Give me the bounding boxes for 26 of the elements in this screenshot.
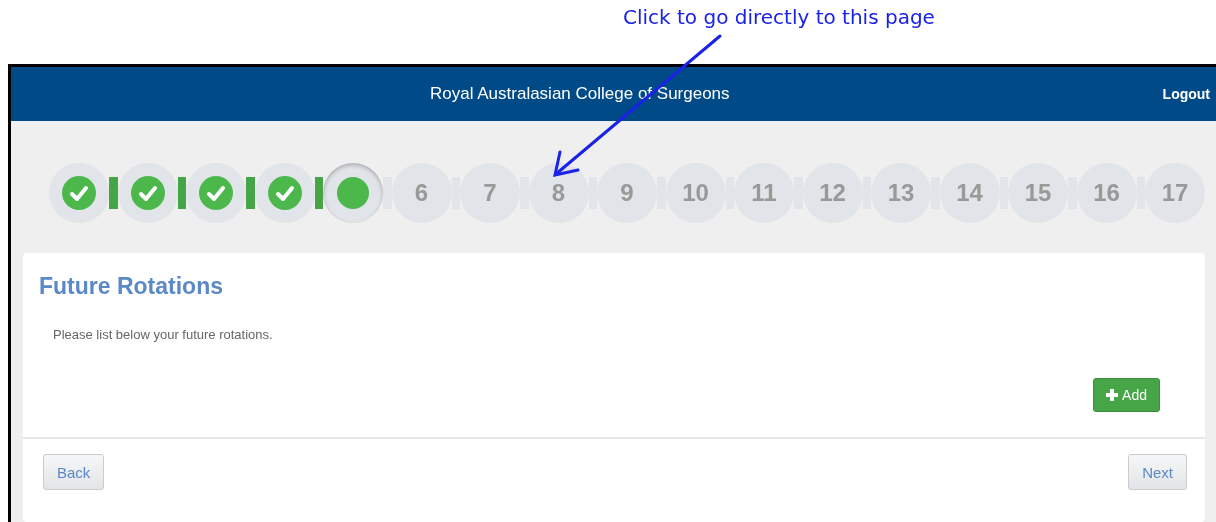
step-circle[interactable]: 14 [939, 163, 1000, 223]
step-circle[interactable]: 7 [460, 163, 520, 223]
add-button[interactable]: Add [1093, 378, 1160, 412]
step-circle[interactable]: 9 [597, 163, 657, 223]
annotation-text: Click to go directly to this page [623, 5, 935, 29]
step-circle[interactable]: 15 [1008, 163, 1068, 223]
step-circle[interactable]: 17 [1145, 163, 1205, 223]
description-text: Please list below your future rotations. [53, 327, 274, 342]
step-circle[interactable]: 10 [665, 163, 726, 223]
step-circle[interactable]: 16 [1076, 163, 1137, 223]
logout-link[interactable]: Logout [1162, 86, 1210, 102]
step-circle[interactable] [323, 163, 383, 223]
next-button[interactable]: Next [1128, 454, 1187, 490]
check-icon [62, 176, 96, 210]
step-circle[interactable]: 12 [802, 163, 863, 223]
step-circle[interactable]: 13 [871, 163, 931, 223]
step-circle[interactable]: 8 [528, 163, 589, 223]
step-circle[interactable]: 6 [391, 163, 452, 223]
plus-icon [1106, 389, 1119, 401]
section-title: Future Rotations [39, 273, 224, 300]
check-icon [130, 176, 165, 210]
check-icon [199, 176, 233, 210]
back-button[interactable]: Back [43, 454, 105, 490]
current-dot [337, 177, 369, 209]
step-circle[interactable]: 11 [734, 163, 794, 223]
check-icon [267, 176, 302, 210]
